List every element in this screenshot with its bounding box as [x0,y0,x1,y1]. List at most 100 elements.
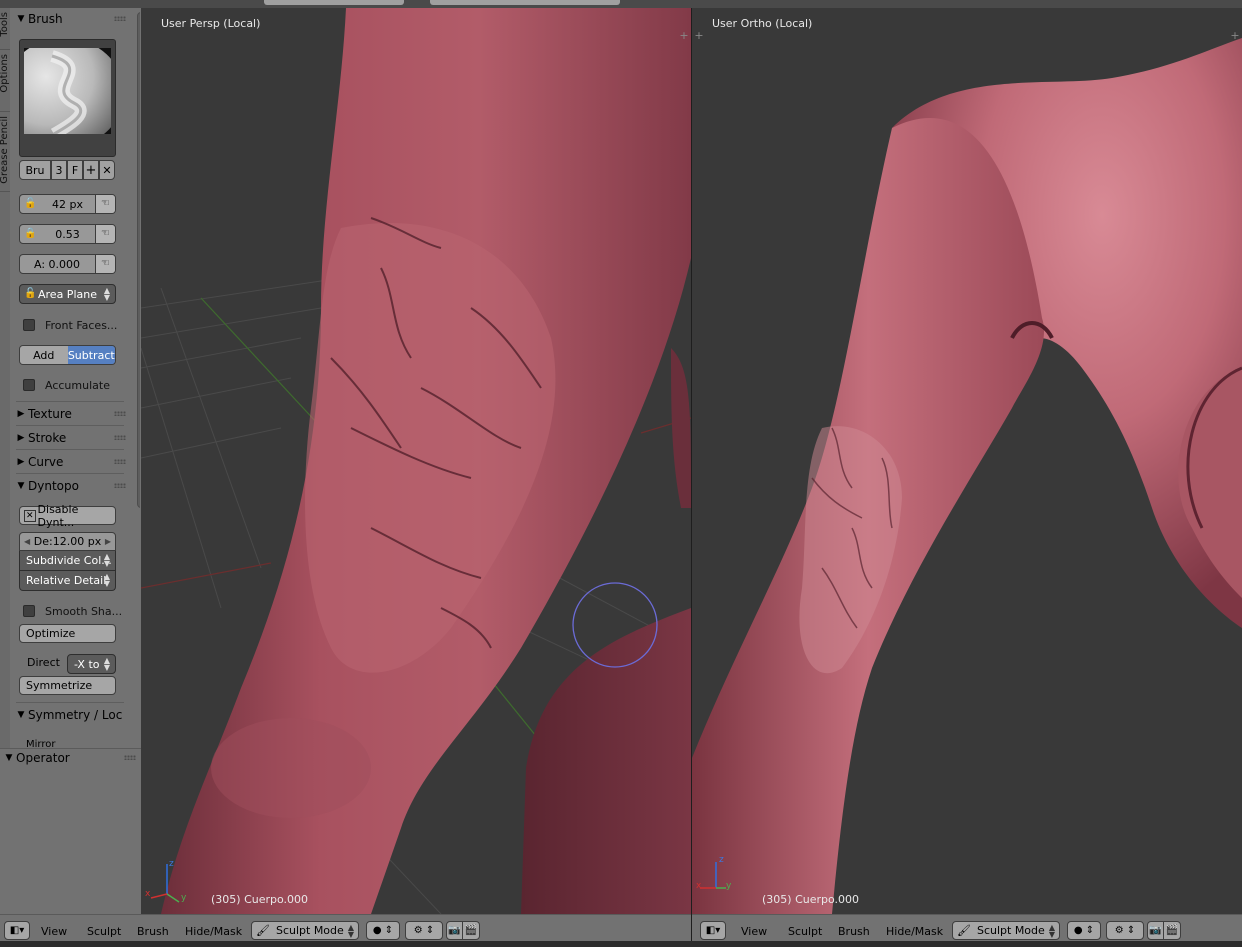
curve-panel-header[interactable]: ▶ Curve [14,451,126,473]
brush-icon: 🖌 [957,924,971,937]
pressure-icon[interactable]: ☜ [95,225,115,243]
symmetrize-direction-dropdown[interactable]: -X to ▲ ▼ [67,654,116,674]
svg-text:y: y [726,881,732,891]
top-tab-2[interactable] [430,0,620,5]
menu-view[interactable]: View [741,922,767,940]
detail-type-dropdown[interactable]: Relative Detail ▲ ▼ [19,571,116,591]
subdivide-method-dropdown[interactable]: Subdivide Col... ▲ ▼ [19,551,116,571]
menu-sculpt[interactable]: Sculpt [87,922,121,940]
divider [16,702,124,703]
split-area-icon[interactable]: + [1229,30,1241,42]
drag-grip-icon[interactable] [124,755,136,760]
pressure-icon[interactable]: ☜ [95,195,115,213]
menu-view[interactable]: View [41,922,67,940]
disable-dyntopo-button[interactable]: ✕ Disable Dynt... [19,503,116,529]
add-brush-icon[interactable]: + [83,160,99,180]
mode-selector[interactable]: 🖌 Sculpt Mode ▲ ▼ [952,921,1060,940]
collapsed-triangle-icon: ▶ [17,409,25,419]
brush-panel-header[interactable]: ▼ Brush [14,8,126,30]
brush-datablock-row: Bru 3 F + ✕ [19,160,115,180]
operator-panel-header[interactable]: ▼ Operator [2,747,136,769]
pivot-dropdown[interactable]: ⚙ ⇕ [405,921,443,940]
editor-type-icon[interactable]: ◧▾ [4,921,30,940]
render-camera-icon[interactable]: 📷 [1147,921,1164,940]
split-area-icon[interactable]: + [693,30,705,42]
divider [16,425,124,426]
menu-brush[interactable]: Brush [838,922,870,940]
symmetrize-button[interactable]: Symmetrize [19,676,116,695]
strength-field[interactable]: 🔒 0.53 ☜ [19,224,116,244]
add-button[interactable]: Add [20,346,68,364]
brush-preview-frame[interactable] [19,39,116,157]
divider [16,449,124,450]
tool-shelf: ▼ Brush Bru 3 F + ✕ 🔓 42 px ☜ 🔒 0.53 ☜ A… [10,8,140,748]
optimize-button[interactable]: Optimize [19,624,116,643]
viewport-title: User Ortho (Local) [712,17,813,30]
mode-selector[interactable]: 🖌 Sculpt Mode ▲ ▼ [251,921,359,940]
brush-name-field[interactable]: Bru [19,160,51,180]
smooth-shading-checkbox[interactable]: Smooth Sha... [23,603,122,619]
svg-text:z: z [719,855,724,865]
autosmooth-field[interactable]: A: 0.000 ☜ [19,254,116,274]
direction-label: Direct [27,656,60,669]
viewport-ortho[interactable]: z x y User Ortho (Local) + + (305) Cuerp… [692,8,1242,914]
expanded-triangle-icon: ▼ [17,14,25,24]
collapsed-triangle-icon: ▶ [17,433,25,443]
tab-options[interactable]: Options [0,52,10,112]
unlocked-icon[interactable]: 🔓 [24,198,36,210]
render-camera-icon[interactable]: 📷 [446,921,463,940]
fake-user-button[interactable]: F [67,160,83,180]
split-area-icon[interactable]: + [678,30,690,42]
symmetry-panel-header[interactable]: ▼ Symmetry / Loc [14,704,132,726]
checkbox-box [23,605,35,617]
operator-panel: ▼ Operator [0,748,141,914]
shading-dropdown[interactable]: ● ⇕ [366,921,400,940]
checkbox-box [23,379,35,391]
dyntopo-panel-header[interactable]: ▼ Dyntopo [14,475,126,497]
stroke-panel-header[interactable]: ▶ Stroke [14,427,126,449]
drag-grip-icon[interactable] [114,459,126,464]
accumulate-checkbox[interactable]: Accumulate [23,377,110,393]
render-anim-icon[interactable]: 🎬 [1163,921,1181,940]
dyntopo-settings: ◀ De:12.00 px ▶ Subdivide Col... ▲ ▼ Rela… [19,532,116,591]
brush-icon: 🖌 [256,924,270,937]
viewport-perspective[interactable]: z y x User Persp (Local) + (305) Cuerpo.… [141,8,691,914]
svg-text:x: x [696,881,702,891]
render-anim-icon[interactable]: 🎬 [462,921,480,940]
top-tab-1[interactable] [264,0,404,5]
subtract-button[interactable]: Subtract [67,346,115,364]
texture-panel-header[interactable]: ▶ Texture [14,403,126,425]
editor-type-icon[interactable]: ◧▾ [700,921,726,940]
menu-hide-mask[interactable]: Hide/Mask [185,922,242,940]
unlink-brush-icon[interactable]: ✕ [99,160,115,180]
radius-field[interactable]: 🔓 42 px ☜ [19,194,116,214]
expanded-triangle-icon: ▼ [17,710,25,720]
brush-users-count[interactable]: 3 [51,160,67,180]
brush-stroke-icon [50,50,87,134]
drag-grip-icon[interactable] [114,411,126,416]
chevron-left-icon[interactable]: ◀ [24,537,30,546]
menu-hide-mask[interactable]: Hide/Mask [886,922,943,940]
unlocked-icon[interactable]: 🔓 [24,288,36,300]
add-subtract-toggle: Add Subtract [19,345,116,365]
drag-grip-icon[interactable] [114,483,126,488]
updown-arrow-icon: ▲ ▼ [103,552,110,568]
drag-grip-icon[interactable] [114,435,126,440]
sculpt-plane-dropdown[interactable]: 🔓 Area Plane ▲ ▼ [19,284,116,304]
tab-tools[interactable]: Tools [0,10,10,50]
pivot-dropdown[interactable]: ⚙ ⇕ [1106,921,1144,940]
shading-dropdown[interactable]: ● ⇕ [1067,921,1101,940]
tab-grease-pencil[interactable]: Grease Pencil [0,114,10,192]
drag-grip-icon[interactable] [114,16,126,21]
menu-sculpt[interactable]: Sculpt [788,922,822,940]
front-faces-checkbox[interactable]: Front Faces... [23,317,117,333]
viewport-title: User Persp (Local) [161,17,261,30]
tool-shelf-scrollbar[interactable] [137,12,140,508]
ortho-scene: z x y [692,38,1242,914]
chevron-right-icon[interactable]: ▶ [105,537,111,546]
pressure-icon[interactable]: ☜ [95,255,115,273]
detail-size-field[interactable]: ◀ De:12.00 px ▶ [19,532,116,551]
menu-brush[interactable]: Brush [137,922,169,940]
updown-arrow-icon: ▲ ▼ [103,656,110,672]
lock-icon[interactable]: 🔒 [24,228,36,240]
